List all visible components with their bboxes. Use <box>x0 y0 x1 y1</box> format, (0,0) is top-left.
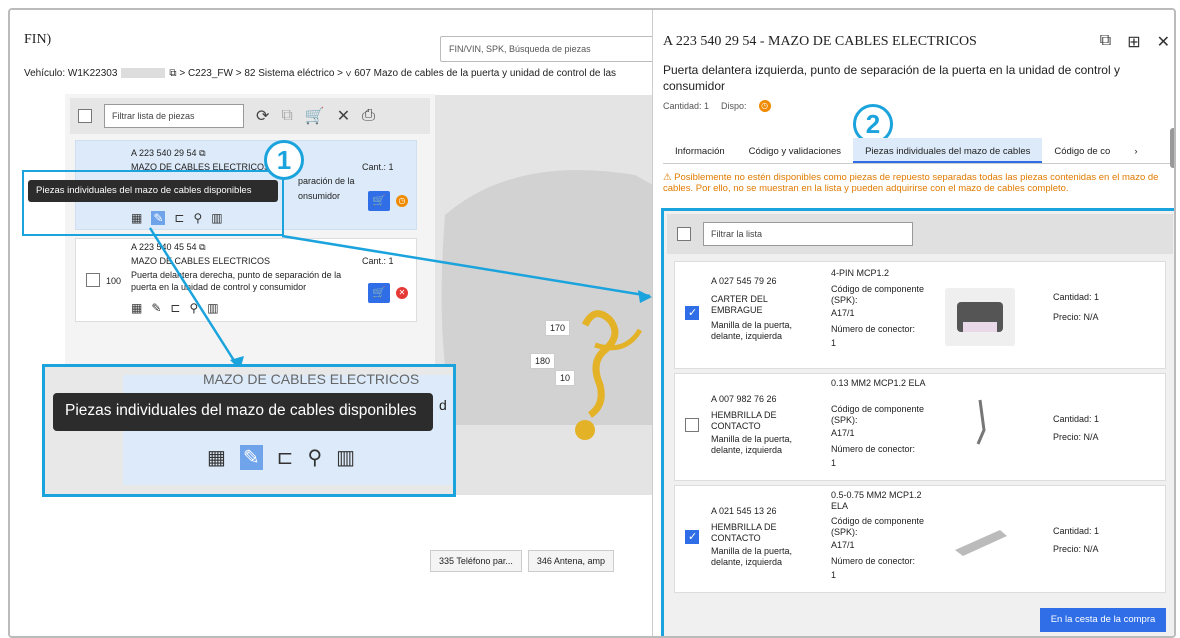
part-name: CARTER DEL EMBRAGUE <box>711 294 768 315</box>
spk-label: Código de componente (SPK): <box>831 516 925 537</box>
app-window: FIN) FIN/VIN, SPK, Búsqueda de piezas Ve… <box>8 8 1176 638</box>
list-item[interactable]: A 007 982 76 26 HEMBRILLA DE CONTACTO Ma… <box>674 373 1166 481</box>
clock-icon: ◷ <box>758 100 771 112</box>
zoom-callout: MAZO DE CABLES ELECTRICOS d Piezas indiv… <box>42 364 456 497</box>
callout-arrows <box>148 227 652 371</box>
part-location: Manilla de la puerta, delante, izquierda <box>711 546 793 567</box>
list-filter-input[interactable]: Filtrar la lista <box>703 222 913 246</box>
dispo-label: Dispo: <box>721 101 747 111</box>
connector-icon[interactable]: ⊏ <box>277 445 294 470</box>
table-icon[interactable]: ▦ <box>207 445 226 470</box>
harness-parts-list: Filtrar la lista A 027 545 79 26 CARTER … <box>661 208 1174 636</box>
part-spec: 4-PIN MCP1.2 <box>831 268 890 278</box>
part-location: Manilla de la puerta, delante, izquierda <box>711 320 793 341</box>
add-to-cart-button[interactable]: En la cesta de la compra <box>1040 608 1166 632</box>
part-spec: 0.13 MM2 MCP1.2 ELA <box>831 378 926 388</box>
part-price: Precio: N/A <box>1053 432 1099 442</box>
part-price: Precio: N/A <box>1053 312 1099 322</box>
connector-value: 1 <box>831 338 837 348</box>
chevron-right-icon[interactable]: › <box>1122 138 1149 163</box>
part-quantity: Cantidad: 1 <box>1053 414 1100 424</box>
connector-label: Número de conector: <box>831 556 916 566</box>
part-spec: 0.5-0.75 MM2 MCP1.2 ELA <box>831 490 922 511</box>
connector-value: 1 <box>831 570 837 580</box>
parts-catalog-pane: FIN) FIN/VIN, SPK, Búsqueda de piezas Ve… <box>10 10 660 636</box>
part-name: HEMBRILLA DE CONTACTO <box>711 522 777 543</box>
warning-text: Posiblemente no estén disponibles como p… <box>663 172 1159 194</box>
tab-informacion[interactable]: Información <box>663 138 737 163</box>
panel-description: Puerta delantera izquierda, punto de sep… <box>663 63 1120 93</box>
connector-label: Número de conector: <box>831 444 916 454</box>
part-image <box>945 510 1015 568</box>
spk-label: Código de componente (SPK): <box>831 284 925 305</box>
panel-meta: Cantidad: 1 Dispo: ◷ <box>663 100 771 112</box>
part-image <box>945 288 1015 346</box>
add-icon[interactable]: ⊞ <box>1127 32 1140 52</box>
tab-codigo-co[interactable]: Código de co <box>1042 138 1122 163</box>
item-checkbox[interactable] <box>685 530 699 544</box>
item-checkbox[interactable] <box>685 418 699 432</box>
wiring-icon[interactable]: ✎ <box>239 445 263 470</box>
spk-value: A17/1 <box>831 428 855 438</box>
tab-piezas-individuales[interactable]: Piezas individuales del mazo de cables <box>853 138 1043 163</box>
part-quantity: Cantidad: 1 <box>1053 292 1100 302</box>
part-number: A 007 982 76 26 <box>711 394 777 404</box>
popout-icon[interactable]: ⧉ <box>1100 32 1111 52</box>
warning-message: ⚠ Posiblemente no estén disponibles como… <box>663 172 1163 194</box>
tab-antena[interactable]: 346 Antena, amp <box>527 550 614 572</box>
item-checkbox[interactable] <box>685 306 699 320</box>
spk-label: Código de componente (SPK): <box>831 404 925 425</box>
part-number: A 027 545 79 26 <box>711 276 777 286</box>
list-item[interactable]: A 021 545 13 26 HEMBRILLA DE CONTACTO Ma… <box>674 485 1166 593</box>
tab-codigo-validaciones[interactable]: Código y validaciones <box>737 138 853 163</box>
tooltip-large: Piezas individuales del mazo de cables d… <box>53 393 433 431</box>
part-location: Manilla de la puerta, delante, izquierda <box>711 434 793 455</box>
spk-value: A17/1 <box>831 540 855 550</box>
factory-icon[interactable]: ▥ <box>336 445 355 470</box>
quantity-label: Cantidad: 1 <box>663 101 710 111</box>
part-name: HEMBRILLA DE CONTACTO <box>711 410 777 431</box>
list-filter-bar: Filtrar la lista <box>667 214 1173 254</box>
zoom-icon[interactable]: ⚲ <box>307 445 322 470</box>
close-icon[interactable]: ✕ <box>1157 32 1170 52</box>
tab-telefono[interactable]: 335 Teléfono par... <box>430 550 522 572</box>
warning-icon: ⚠ <box>663 172 675 183</box>
scrollbar[interactable] <box>1170 128 1174 168</box>
panel-title: A 223 540 29 54 - MAZO DE CABLES ELECTRI… <box>663 34 977 49</box>
part-price: Precio: N/A <box>1053 544 1099 554</box>
part-image <box>945 396 1015 454</box>
panel-actions: ⧉ ⊞ ✕ <box>1100 32 1170 52</box>
connector-value: 1 <box>831 458 837 468</box>
zoom-part-name: MAZO DE CABLES ELECTRICOS <box>203 371 420 387</box>
part-quantity: Cantidad: 1 <box>1053 526 1100 536</box>
zoom-text: d <box>439 397 447 413</box>
spk-value: A17/1 <box>831 308 855 318</box>
zoom-action-icons: ▦ ✎ ⊏ ⚲ ▥ <box>207 445 355 470</box>
connector-label: Número de conector: <box>831 324 916 334</box>
detail-tabs: Información Código y validaciones Piezas… <box>663 138 1174 164</box>
select-all-checkbox[interactable] <box>677 227 691 241</box>
part-detail-panel: A 223 540 29 54 - MAZO DE CABLES ELECTRI… <box>652 10 1174 636</box>
list-item[interactable]: A 027 545 79 26 CARTER DEL EMBRAGUE Mani… <box>674 261 1166 369</box>
part-number: A 021 545 13 26 <box>711 506 777 516</box>
bottom-tabs: 335 Teléfono par... 346 Antena, amp <box>430 550 614 572</box>
